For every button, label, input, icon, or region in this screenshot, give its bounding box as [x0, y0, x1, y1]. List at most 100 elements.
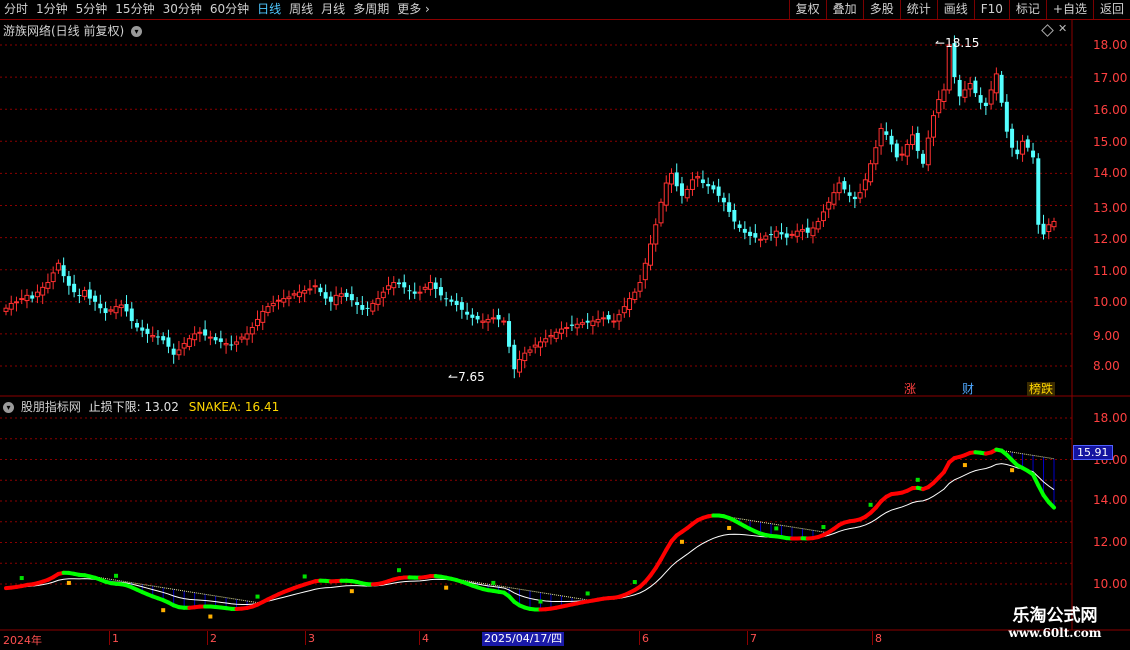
chevron-down-icon[interactable]: ▾ — [131, 26, 143, 37]
candle-body-up — [255, 318, 261, 327]
candle-body-down — [915, 132, 920, 151]
candle-body-down — [921, 153, 925, 164]
candle-body-down — [77, 295, 82, 297]
candle-body-up — [836, 182, 842, 194]
low-marker: ↼7.65 — [448, 370, 485, 384]
candle-body-up — [988, 89, 994, 105]
candle-body-down — [983, 102, 988, 106]
candle-body-up — [24, 294, 30, 302]
signal-dot — [632, 580, 637, 585]
candle-body-up — [763, 235, 769, 240]
main-axis-label: 15.00 — [1093, 135, 1128, 149]
candle-body-down — [155, 336, 160, 338]
candle-body-up — [857, 192, 863, 199]
candle-body-down — [748, 231, 753, 236]
candle-body-up — [663, 182, 669, 206]
candle-body-up — [501, 320, 507, 323]
candle-body-up — [223, 343, 229, 346]
candle-body-down — [444, 298, 449, 300]
candle-body-up — [794, 230, 800, 237]
candle-body-down — [454, 300, 459, 306]
candle-body-down — [711, 185, 716, 190]
signal-dot — [255, 594, 260, 599]
candle-body-down — [1015, 149, 1020, 155]
candle-body-up — [689, 179, 695, 190]
signal-dot — [66, 580, 71, 585]
candle-body-up — [962, 89, 968, 98]
candle-body-down — [407, 290, 412, 292]
watermark: 乐淘公式网 www.60lt.com — [985, 606, 1125, 640]
tag-finance[interactable]: 财 — [960, 382, 976, 396]
tag-ranking[interactable]: 榜跌 — [1027, 382, 1056, 396]
chevron-down-icon[interactable]: ▾ — [3, 402, 14, 413]
main-axis-label: 10.00 — [1093, 295, 1128, 309]
main-axis-label: 16.00 — [1093, 103, 1128, 117]
signal-dot — [774, 526, 779, 531]
snake-line — [4, 447, 1056, 612]
candle-body-up — [590, 320, 596, 327]
signal-dot — [538, 599, 543, 604]
candle-body-up — [936, 99, 942, 114]
signal-dot — [444, 585, 449, 590]
candle-body-down — [753, 233, 758, 238]
candle-body-up — [993, 73, 999, 94]
candle-body-up — [648, 243, 654, 266]
candle-body-up — [307, 288, 313, 291]
candle-body-up — [695, 176, 701, 179]
candle-body-down — [727, 202, 732, 212]
candle-body-down — [496, 314, 501, 320]
candle-body-down — [679, 183, 684, 196]
indicator-axis-label: 18.00 — [1093, 411, 1128, 425]
candle-body-down — [449, 299, 454, 302]
date-label: 6 — [642, 632, 649, 645]
candle-body-down — [805, 227, 810, 233]
candle-body-up — [878, 127, 884, 147]
candle-body-up — [873, 147, 879, 165]
candle-body-down — [140, 327, 145, 331]
candle-body-down — [30, 295, 35, 299]
candle-body-up — [946, 44, 952, 91]
candle-body-up — [904, 144, 910, 157]
signal-dot — [302, 574, 307, 579]
candle-body-up — [574, 323, 580, 329]
candle-body-up — [831, 192, 837, 205]
candle-body-down — [87, 289, 92, 299]
date-label: 2 — [210, 632, 217, 645]
candle-body-up — [658, 201, 664, 224]
candle-body-up — [579, 322, 585, 325]
candle-body-up — [234, 341, 240, 345]
main-axis-label: 8.00 — [1093, 359, 1120, 373]
candle-body-down — [412, 291, 417, 294]
chart-canvas[interactable] — [0, 0, 1130, 650]
tag-rise[interactable]: 涨 — [902, 382, 918, 396]
candle-body-up — [1020, 140, 1026, 155]
candle-body-up — [150, 335, 156, 338]
candle-body-up — [522, 352, 528, 362]
candle-body-down — [433, 282, 438, 289]
candle-body-down — [229, 344, 234, 346]
candle-body-down — [889, 135, 894, 145]
candle-body-up — [611, 320, 617, 323]
candle-body-down — [465, 311, 470, 315]
date-tick — [207, 631, 208, 645]
candle-body-down — [779, 232, 784, 235]
stop-label: 止损下限: — [88, 400, 141, 414]
candle-body-down — [66, 276, 71, 286]
signal-dot — [114, 573, 119, 578]
candle-body-down — [402, 282, 407, 288]
candle-body-down — [957, 79, 962, 97]
main-axis-label: 18.00 — [1093, 38, 1128, 52]
signal-dot — [915, 477, 920, 482]
indicator-name: 股朋指标网 — [20, 400, 81, 414]
candle-body-up — [684, 188, 690, 199]
candle-body-down — [145, 328, 150, 334]
candle-body-down — [129, 308, 134, 322]
candle-body-up — [485, 318, 491, 323]
candle-body-down — [700, 179, 705, 184]
date-label: 4 — [422, 632, 429, 645]
candle-body-up — [490, 317, 496, 320]
candle-body-down — [842, 181, 847, 190]
candle-body-down — [318, 287, 323, 293]
indicator-panel-title: ▾ 股朋指标网 止损下限: 13.02 SNAKEA: 16.41 — [3, 398, 279, 415]
close-icon[interactable]: ✕ — [1058, 22, 1067, 35]
